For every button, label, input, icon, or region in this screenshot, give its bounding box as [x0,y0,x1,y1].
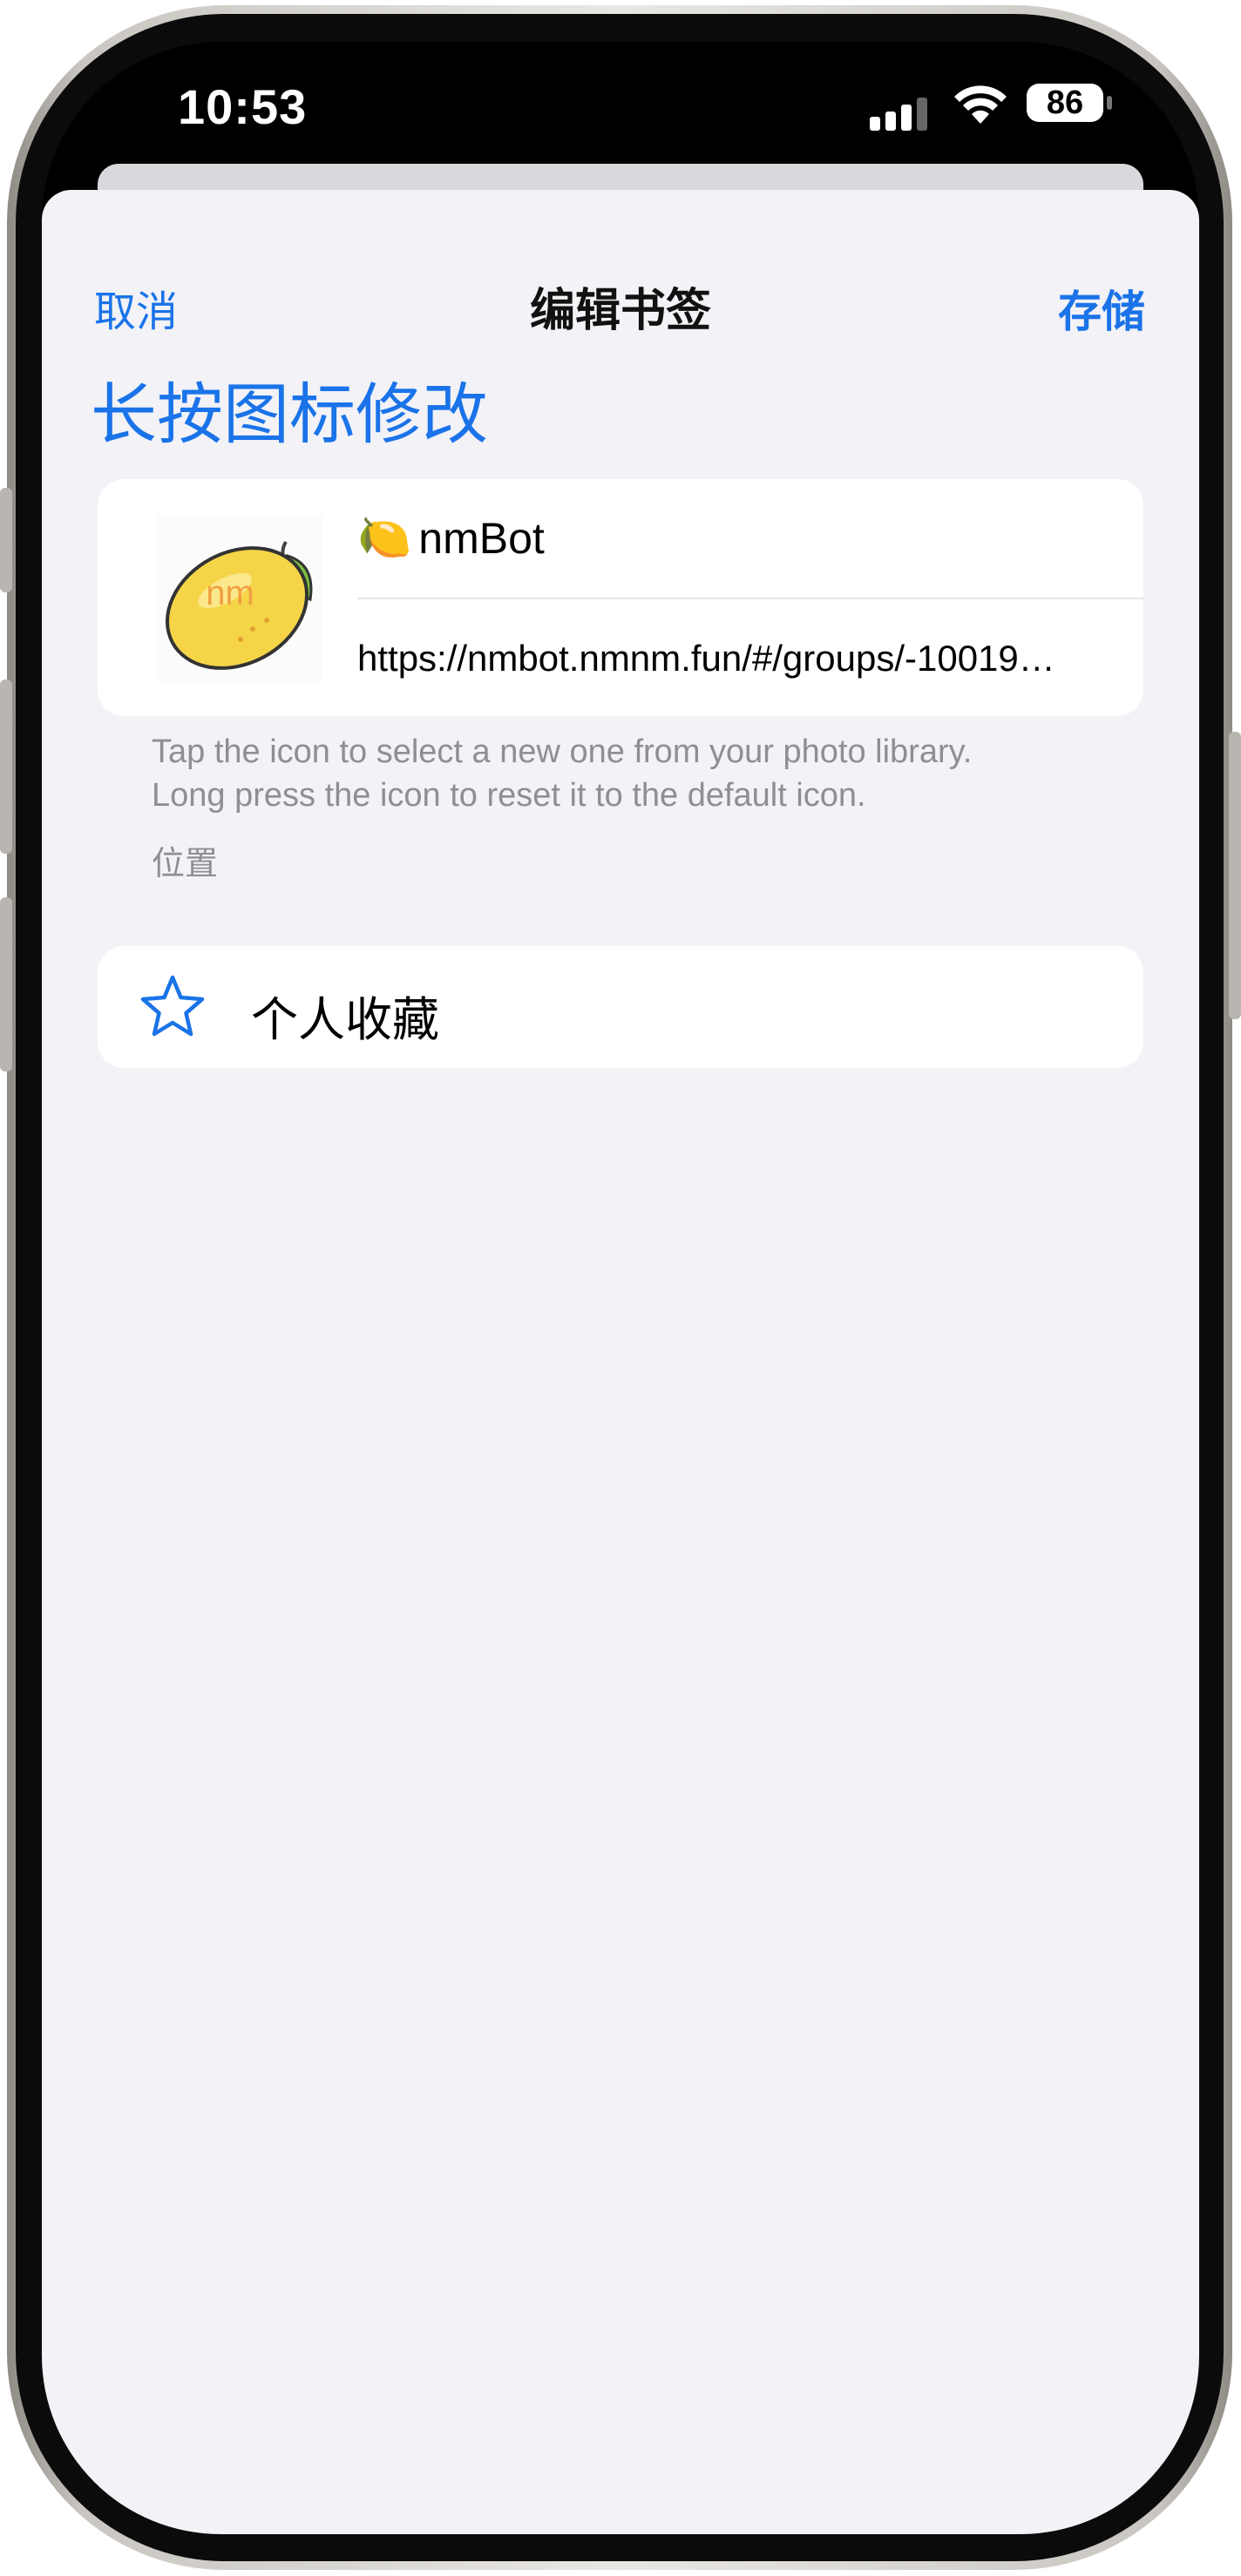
wifi-icon [954,85,1007,124]
star-icon [140,975,205,1037]
volume-up-button [0,679,12,854]
bookmark-name-field[interactable]: 🍋 nmBot [357,512,545,564]
lemon-icon[interactable]: nm [157,516,322,681]
action-button [0,488,12,592]
icon-label: nm [206,574,254,612]
location-row[interactable]: 个人收藏 [98,946,1143,1068]
location-section-label: 位置 [152,846,219,882]
nav-title: 编辑书签 [529,286,711,336]
divider [357,598,1143,599]
status-time: 10:53 [178,79,308,134]
icon-hint: Tap the icon to select a new one from yo… [152,730,1110,817]
edit-bookmark-sheet: 取消 编辑书签 存储 长按图标修改 nm 🍋 nmBot https://nmb… [42,190,1199,2534]
page-title: 长按图标修改 [91,378,488,452]
battery-indicator: 86 [1027,84,1103,122]
bookmark-card: nm 🍋 nmBot https://nmbot.nmnm.fun/#/grou… [98,479,1143,716]
screen: 10:53 86 取消 编辑书签 存储 长按图标修改 nm 🍋 nmBot ht… [42,42,1199,2534]
battery-nub [1107,96,1112,110]
bookmark-url-field[interactable]: https://nmbot.nmnm.fun/#/groups/-10019… [357,638,1109,679]
hint-line-2: Long press the icon to reset it to the d… [152,777,866,814]
bookmark-name: nmBot [418,513,545,563]
location-value: 个人收藏 [251,994,439,1046]
volume-down-button [0,897,12,1072]
save-button[interactable]: 存储 [1058,277,1145,340]
hint-line-1: Tap the icon to select a new one from yo… [152,734,973,770]
power-button [1229,732,1241,1019]
lemon-emoji: 🍋 [357,513,412,562]
